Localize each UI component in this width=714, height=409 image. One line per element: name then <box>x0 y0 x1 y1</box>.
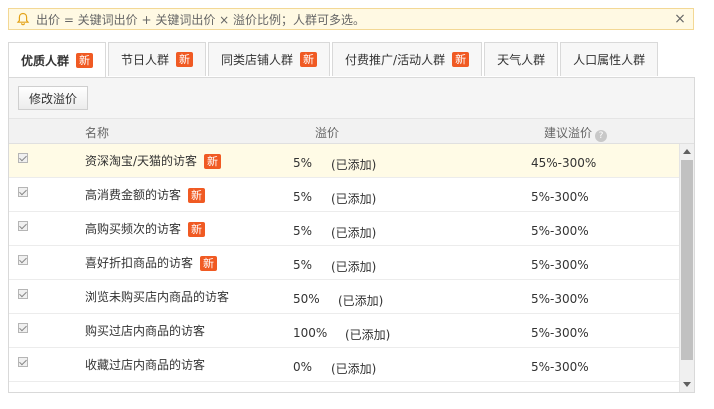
new-badge: 新 <box>200 256 218 271</box>
table-row[interactable]: 高购买频次的访客新 5% (已添加) 5%-300% <box>9 212 680 246</box>
table-row[interactable]: 高消费金额的访客新 5% (已添加) 5%-300% <box>9 178 680 212</box>
header-premium: 溢价 <box>315 126 340 140</box>
scroll-down-icon[interactable] <box>683 382 691 387</box>
row-checkbox[interactable] <box>18 153 28 163</box>
new-badge: 新 <box>188 222 206 237</box>
row-suggested: 5%-300% <box>531 224 589 238</box>
tab-label: 人口属性人群 <box>573 53 646 67</box>
row-status: (已添加) <box>331 260 377 274</box>
row-suggested: 5%-300% <box>531 258 589 272</box>
row-name-text: 高消费金额的访客 <box>85 188 182 202</box>
row-premium: 50% <box>293 292 320 306</box>
row-status: (已添加) <box>331 192 377 206</box>
crowd-panel: 修改溢价 名称 溢价 建议溢价? 资深淘宝/天猫的访客新 5% (已添加) 45… <box>8 77 695 393</box>
row-name-text: 资深淘宝/天猫的访客 <box>85 154 198 168</box>
table-row[interactable]: 资深淘宝/天猫的访客新 5% (已添加) 45%-300% <box>9 144 680 178</box>
row-premium: 100% <box>293 326 328 340</box>
tab-label: 同类店铺人群 <box>221 53 294 67</box>
toolbar: 修改溢价 <box>9 78 694 119</box>
row-premium: 5% <box>293 224 313 238</box>
row-checkbox[interactable] <box>18 221 28 231</box>
row-checkbox[interactable] <box>18 289 28 299</box>
table-row[interactable]: 浏览未购买店内商品的访客 50% (已添加) 5%-300% <box>9 280 680 314</box>
row-suggested: 45%-300% <box>531 156 597 170</box>
row-name: 浏览未购买店内商品的访客 <box>85 288 229 305</box>
row-suggested: 5%-300% <box>531 292 589 306</box>
row-name-text: 喜好折扣商品的访客 <box>85 256 194 270</box>
row-premium: 5% <box>293 156 313 170</box>
table-row[interactable]: 购买过店内商品的访客 100% (已添加) 5%-300% <box>9 314 680 348</box>
row-name: 高消费金额的访客新 <box>85 186 206 203</box>
row-premium: 5% <box>293 258 313 272</box>
help-icon[interactable]: ? <box>595 130 608 142</box>
tab-label: 天气人群 <box>497 53 546 67</box>
row-name: 资深淘宝/天猫的访客新 <box>85 152 222 169</box>
tab-demographic-crowd[interactable]: 人口属性人群 <box>560 42 659 76</box>
new-badge: 新 <box>188 188 206 203</box>
new-badge: 新 <box>300 52 318 67</box>
row-status: (已添加) <box>331 226 377 240</box>
new-badge: 新 <box>76 53 94 68</box>
tab-bar: 优质人群 新 节日人群 新 同类店铺人群 新 付费推广/活动人群 新 天气人群 … <box>8 42 660 78</box>
row-checkbox[interactable] <box>18 357 28 367</box>
tab-label: 付费推广/活动人群 <box>345 53 446 67</box>
header-suggested: 建议溢价? <box>544 124 608 142</box>
table-header: 名称 溢价 建议溢价? <box>9 119 694 144</box>
row-checkbox[interactable] <box>18 187 28 197</box>
row-name: 收藏过店内商品的访客 <box>85 356 205 373</box>
new-badge: 新 <box>176 52 194 67</box>
row-status: (已添加) <box>331 158 377 172</box>
row-status: (已添加) <box>331 362 377 376</box>
row-suggested: 5%-300% <box>531 190 589 204</box>
row-status: (已添加) <box>345 328 391 342</box>
row-premium: 5% <box>293 190 313 204</box>
vertical-scrollbar[interactable] <box>679 144 694 392</box>
table-body: 资深淘宝/天猫的访客新 5% (已添加) 45%-300% 高消费金额的访客新 … <box>9 144 680 392</box>
header-suggested-label: 建议溢价 <box>544 126 593 140</box>
row-name-text: 收藏过店内商品的访客 <box>85 358 206 372</box>
tab-paid-promo-crowd[interactable]: 付费推广/活动人群 新 <box>332 42 483 76</box>
table-row[interactable]: 喜好折扣商品的访客新 5% (已添加) 5%-300% <box>9 246 680 280</box>
modify-premium-button[interactable]: 修改溢价 <box>18 86 89 110</box>
row-name: 高购买频次的访客新 <box>85 220 206 237</box>
row-name-text: 高购买频次的访客 <box>85 222 182 236</box>
header-name: 名称 <box>85 126 110 140</box>
close-icon[interactable]: × <box>671 11 689 27</box>
new-badge: 新 <box>452 52 470 67</box>
row-name: 喜好折扣商品的访客新 <box>85 254 218 271</box>
row-name-text: 浏览未购买店内商品的访客 <box>85 290 230 304</box>
tab-quality-crowd[interactable]: 优质人群 新 <box>8 42 107 78</box>
tab-label: 节日人群 <box>121 53 170 67</box>
row-checkbox[interactable] <box>18 255 28 265</box>
bell-icon <box>15 11 31 27</box>
row-status: (已添加) <box>338 294 384 308</box>
new-badge: 新 <box>204 154 222 169</box>
tab-similar-store-crowd[interactable]: 同类店铺人群 新 <box>208 42 331 76</box>
notice-bar: 出价 = 关键词出价 + 关键词出价 × 溢价比例；人群可多选。 × <box>8 8 694 30</box>
scroll-up-icon[interactable] <box>683 149 691 154</box>
tab-weather-crowd[interactable]: 天气人群 <box>484 42 559 76</box>
tab-label: 优质人群 <box>21 54 70 68</box>
row-name-text: 购买过店内商品的访客 <box>85 324 206 338</box>
notice-text: 出价 = 关键词出价 + 关键词出价 × 溢价比例；人群可多选。 <box>36 12 366 27</box>
table-row[interactable]: 收藏过店内商品的访客 0% (已添加) 5%-300% <box>9 348 680 382</box>
row-suggested: 5%-300% <box>531 360 589 374</box>
tab-holiday-crowd[interactable]: 节日人群 新 <box>108 42 207 76</box>
row-checkbox[interactable] <box>18 323 28 333</box>
row-name: 购买过店内商品的访客 <box>85 322 205 339</box>
row-premium: 0% <box>293 360 313 374</box>
scroll-thumb[interactable] <box>681 160 693 360</box>
row-suggested: 5%-300% <box>531 326 589 340</box>
